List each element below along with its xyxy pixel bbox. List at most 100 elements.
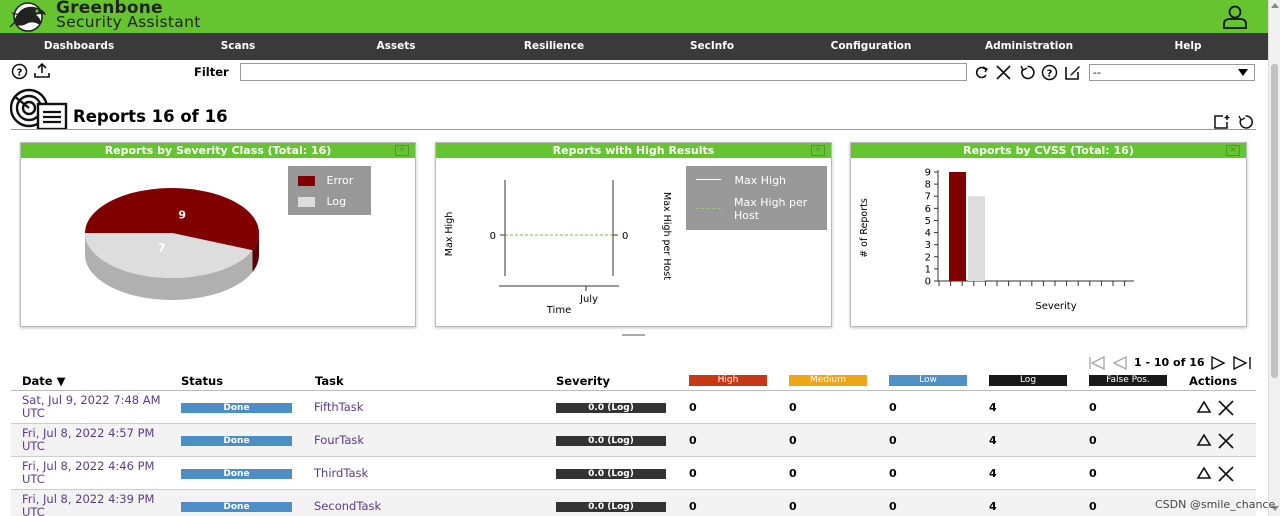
close-icon[interactable]: × [1226,145,1240,156]
svg-text:?: ? [1047,69,1053,80]
menu-administration[interactable]: Administration [985,33,1073,60]
task-link[interactable]: ThirdTask [314,466,368,480]
close-icon[interactable]: × [811,145,825,156]
severity-badge: 0.0 (Log) [556,403,666,413]
watermark: CSDN @smile_chance [1155,498,1276,511]
refresh-filter-icon[interactable] [973,64,990,81]
panel-severity-class: Reports by Severity Class (Total: 16) × … [20,142,416,327]
panel-cvss-title: Reports by CVSS (Total: 16) [851,143,1246,158]
panel-high-results-title: Reports with High Results [436,143,831,158]
y-axis-label-right: Max High per Host [661,192,672,280]
legend-swatch-error [298,176,315,186]
legend-label-error: Error [326,174,354,187]
menu-scans[interactable]: Scans [221,33,256,60]
edit-filter-icon[interactable] [1064,63,1082,81]
filter-input[interactable] [240,63,967,81]
report-date-link[interactable]: Fri, Jul 8, 2022 4:57 PM UTC [22,427,172,453]
column-header-task[interactable]: Task [315,374,344,388]
y-tick-label: 1 [925,264,931,275]
delta-icon[interactable] [1196,466,1212,480]
resize-handle[interactable] [622,334,645,336]
status-badge: Done [181,403,292,413]
delete-icon[interactable] [1217,466,1235,482]
line-legend: Max High Max High per Host [686,166,827,230]
delete-icon[interactable] [1217,433,1235,449]
column-header-severity[interactable]: Severity [556,374,610,388]
menu-help[interactable]: Help [1174,33,1201,60]
column-header-log[interactable]: Log [989,375,1067,386]
delta-icon[interactable] [1196,400,1212,414]
upload-icon[interactable] [33,62,51,79]
reset-dashboard-icon[interactable] [1237,114,1254,130]
column-header-medium[interactable]: Medium [789,375,867,386]
svg-text:?: ? [17,68,23,79]
menu-configuration[interactable]: Configuration [831,33,912,60]
severity-badge: 0.0 (Log) [556,469,666,479]
log-count: 4 [989,500,997,513]
filter-help-icon[interactable]: ? [1041,64,1058,81]
panel-cvss: Reports by CVSS (Total: 16) × 0 123456789… [850,142,1247,327]
help-icon[interactable]: ? [11,63,28,80]
column-header-status[interactable]: Status [181,374,223,388]
legend-swatch-max-high-per-host [696,208,721,209]
close-icon[interactable]: × [395,145,409,156]
false-pos-count: 0 [1089,401,1097,414]
reset-filter-icon[interactable] [1019,64,1036,81]
clear-filter-icon[interactable] [995,64,1012,81]
report-icon [10,88,68,130]
column-header-low[interactable]: Low [889,375,967,386]
user-icon[interactable] [1222,5,1248,29]
column-header-false-pos[interactable]: False Pos. [1089,375,1167,386]
next-page-icon[interactable] [1211,355,1226,371]
menu-assets[interactable]: Assets [376,33,415,60]
task-link[interactable]: SecondTask [314,499,381,513]
legend-label-max-high: Max High [734,174,787,187]
task-link[interactable]: FourTask [314,433,364,447]
brand-subtitle: Security Assistant [56,13,201,31]
previous-page-icon[interactable] [1112,355,1127,371]
pie-legend: Error Log [288,166,371,215]
medium-count: 0 [789,434,797,447]
panel-severity-class-title: Reports by Severity Class (Total: 16) [21,143,415,158]
report-date-link[interactable]: Sat, Jul 9, 2022 7:48 AM UTC [22,394,172,420]
last-page-icon[interactable] [1233,355,1251,371]
menu-resilience[interactable]: Resilience [524,33,584,60]
greenbone-logo-icon[interactable] [6,1,50,32]
scroll-up-arrow-icon[interactable] [1271,3,1279,8]
new-dashboard-display-icon[interactable] [1213,114,1231,130]
filter-select-value: -- [1093,66,1101,79]
y-tick-label: 9 [925,168,931,179]
delete-icon[interactable] [1217,400,1235,416]
pagination-text: 1 - 10 of 16 [1134,356,1205,369]
table-row[interactable]: Fri, Jul 8, 2022 4:57 PM UTC Done FourTa… [11,424,1256,457]
menu-dashboards[interactable]: Dashboards [44,33,114,60]
column-header-high[interactable]: High [689,375,767,386]
filter-select[interactable]: -- [1089,64,1255,81]
high-count: 0 [689,500,697,513]
table-row[interactable]: Fri, Jul 8, 2022 4:39 PM UTC Done Second… [11,490,1256,516]
task-link[interactable]: FifthTask [314,400,363,414]
high-count: 0 [689,401,697,414]
severity-badge: 0.0 (Log) [556,436,666,446]
report-date-link[interactable]: Fri, Jul 8, 2022 4:39 PM UTC [22,493,172,516]
vertical-scrollbar[interactable] [1268,0,1280,516]
report-date-link[interactable]: Fri, Jul 8, 2022 4:46 PM UTC [22,460,172,486]
panel-high-results: Reports with High Results × 0 0 July Time Ma… [435,142,832,327]
y-axis-label: # of Reports [859,198,870,258]
column-header-date[interactable]: Date ▼ [22,374,65,388]
menu-secinfo[interactable]: SecInfo [690,33,734,60]
y-tick-label: 3 [925,240,931,251]
legend-swatch-max-high [696,179,721,180]
y-tick-label-right: 0 [622,231,628,242]
first-page-icon[interactable] [1089,355,1105,371]
y-tick-label: 6 [925,204,931,215]
false-pos-count: 0 [1089,467,1097,480]
table-row[interactable]: Fri, Jul 8, 2022 4:46 PM UTC Done ThirdT… [11,457,1256,490]
table-row[interactable]: Sat, Jul 9, 2022 7:48 AM UTC Done FifthT… [11,391,1256,424]
delta-icon[interactable] [1196,433,1212,447]
pie-data-label-log: 7 [158,241,166,254]
x-tick-label: July [579,294,598,305]
legend-item-log: Log [298,195,346,208]
scroll-thumb[interactable] [1271,64,1278,378]
y-tick-label: 8 [925,180,931,191]
